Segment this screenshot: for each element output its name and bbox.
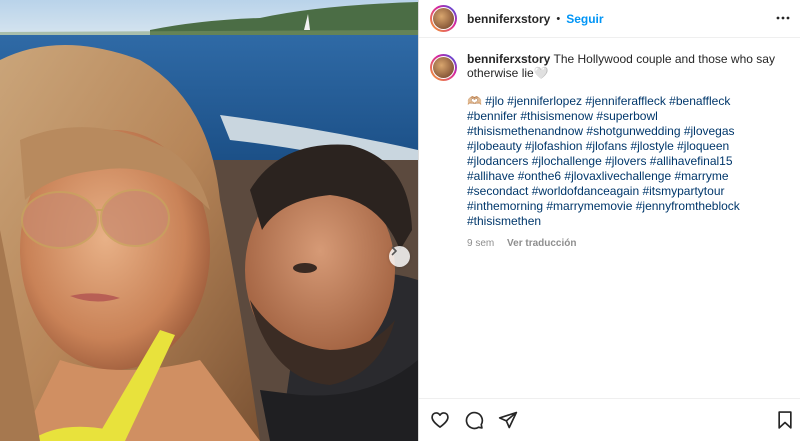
- hashtags[interactable]: 🫶🏼 #jlo #jenniferlopez #jenniferaffleck …: [467, 94, 777, 229]
- next-photo-button[interactable]: [389, 246, 410, 267]
- action-bar: [430, 409, 794, 431]
- follow-button[interactable]: Seguir: [566, 12, 603, 26]
- post-details-panel: benniferxstory • Seguir benniferxstory T…: [419, 0, 800, 441]
- caption-avatar[interactable]: [430, 54, 457, 81]
- actions-divider: [419, 398, 800, 399]
- header-separator: •: [556, 12, 561, 25]
- bookmark-icon: [778, 411, 792, 429]
- photo-image: [0, 0, 418, 441]
- more-options-button[interactable]: [776, 11, 790, 30]
- caption-meta: 9 sem Ver traducción: [467, 237, 777, 251]
- translate-button[interactable]: Ver traducción: [507, 238, 576, 249]
- caption-line: benniferxstory The Hollywood couple and …: [467, 52, 777, 80]
- comment-button[interactable]: [464, 410, 484, 430]
- post-photo: [0, 0, 418, 441]
- caption: benniferxstory The Hollywood couple and …: [419, 38, 800, 251]
- caption-username[interactable]: benniferxstory: [467, 52, 550, 66]
- header-username[interactable]: benniferxstory: [467, 12, 550, 26]
- chevron-right-icon: [391, 246, 397, 256]
- send-icon: [498, 411, 518, 429]
- post-header: benniferxstory • Seguir: [419, 0, 800, 37]
- share-button[interactable]: [498, 410, 518, 430]
- more-horizontal-icon: [776, 16, 790, 20]
- avatar[interactable]: [430, 5, 457, 32]
- post-age: 9 sem: [467, 238, 495, 249]
- comment-icon: [465, 411, 484, 430]
- save-button[interactable]: [776, 410, 794, 430]
- caption-body: benniferxstory The Hollywood couple and …: [467, 52, 777, 251]
- heart-icon: [431, 412, 449, 428]
- like-button[interactable]: [430, 410, 450, 430]
